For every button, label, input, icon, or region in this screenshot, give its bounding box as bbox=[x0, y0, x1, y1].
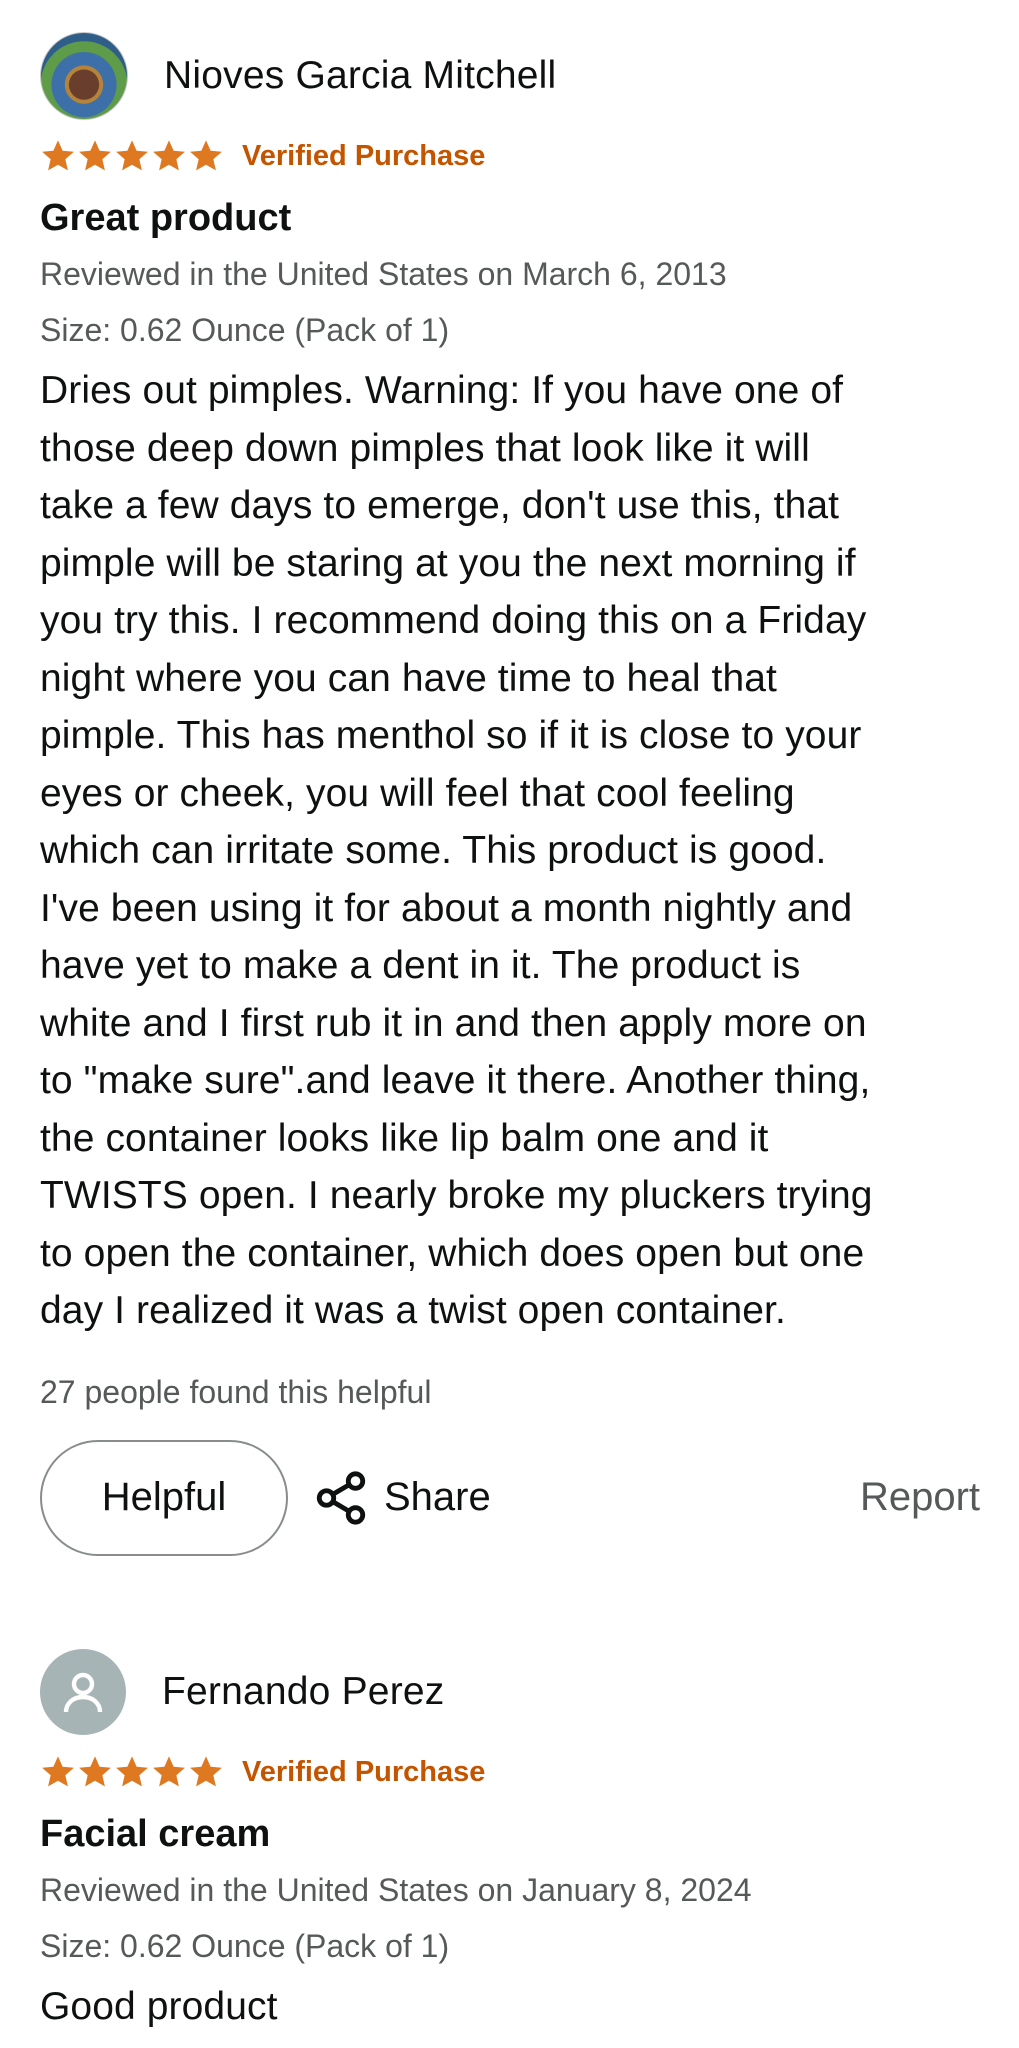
star-icon bbox=[190, 1756, 222, 1787]
review-size: Size: 0.62 Ounce (Pack of 1) bbox=[40, 1928, 450, 1964]
review-body-line: which can irritate some. This product is… bbox=[40, 829, 827, 872]
verified-purchase-badge: Verified Purchase bbox=[242, 139, 486, 172]
avatar bbox=[40, 1649, 126, 1735]
report-link[interactable]: Report bbox=[860, 1475, 980, 1520]
share-button[interactable]: Share bbox=[312, 1469, 491, 1527]
helpful-button-label: Helpful bbox=[101, 1475, 227, 1519]
review-body-line: take a few days to emerge, don't use thi… bbox=[40, 484, 840, 527]
reviewer-profile[interactable]: Nioves Garcia Mitchell bbox=[40, 32, 980, 120]
review-body-line: to open the container, which does open b… bbox=[40, 1231, 865, 1275]
star-icon bbox=[42, 140, 74, 171]
review-actions: Helpful Share Report bbox=[40, 1438, 980, 1558]
star-rating bbox=[40, 138, 224, 174]
reviewer-profile[interactable]: Fernando Perez bbox=[40, 1648, 980, 1736]
share-button-label: Share bbox=[384, 1475, 491, 1519]
star-icon bbox=[153, 140, 185, 171]
review-title: Facial cream bbox=[40, 1813, 271, 1855]
reviewer-name[interactable]: Nioves Garcia Mitchell bbox=[164, 54, 556, 98]
review-body: Dries out pimples. Warning: If you have … bbox=[40, 362, 980, 1340]
star-icon bbox=[42, 1756, 74, 1787]
review-title: Great product bbox=[40, 197, 292, 239]
avatar bbox=[40, 32, 128, 120]
review-body-line: night where you can have time to heal th… bbox=[40, 656, 777, 700]
review-body-line: Good product bbox=[40, 1985, 278, 2028]
person-icon bbox=[63, 1672, 103, 1713]
review-card: Nioves Garcia Mitchell Verified Purchase… bbox=[40, 32, 980, 1558]
review-body-line: white and I first rub it in and then app… bbox=[40, 1001, 867, 1045]
review-body-line: I've been using it for about a month nig… bbox=[40, 886, 853, 930]
review-body-line: you try this. I recommend doing this on … bbox=[40, 599, 867, 642]
review-body-line: those deep down pimples that look like i… bbox=[40, 426, 810, 470]
review-date: Reviewed in the United States on March 6… bbox=[40, 256, 727, 292]
star-icon bbox=[153, 1756, 185, 1787]
review-size: Size: 0.62 Ounce (Pack of 1) bbox=[40, 312, 450, 348]
review-body-line: to "make sure".and leave it there. Anoth… bbox=[40, 1059, 871, 1102]
verified-purchase-badge: Verified Purchase bbox=[242, 1755, 486, 1788]
review-body: Good product bbox=[40, 1978, 980, 2036]
review-body-line: day I realized it was a twist open conta… bbox=[40, 1289, 786, 1332]
review-body-line: the container looks like lip balm one an… bbox=[40, 1116, 769, 1160]
star-icon bbox=[190, 140, 222, 171]
helpful-button[interactable]: Helpful bbox=[40, 1439, 288, 1556]
review-body-line: pimple. This has menthol so if it is clo… bbox=[40, 714, 862, 757]
share-icon bbox=[316, 1470, 366, 1525]
review-body-line: have yet to make a dent in it. The produ… bbox=[40, 944, 801, 987]
review-body-line: TWISTS open. I nearly broke my pluckers … bbox=[40, 1174, 873, 1217]
review-card: Fernando Perez Verified Purchase Facial … bbox=[40, 1648, 980, 2036]
star-icon bbox=[116, 1756, 148, 1787]
review-body-line: pimple will be staring at you the next m… bbox=[40, 541, 856, 585]
star-icon bbox=[79, 1756, 111, 1787]
star-rating bbox=[40, 1754, 224, 1790]
helpful-count: 27 people found this helpful bbox=[40, 1373, 432, 1410]
rating-row: Verified Purchase bbox=[40, 1750, 980, 1794]
star-icon bbox=[79, 140, 111, 171]
rating-row: Verified Purchase bbox=[40, 134, 980, 178]
star-icon bbox=[116, 140, 148, 171]
review-body-line: eyes or cheek, you will feel that cool f… bbox=[40, 771, 795, 815]
review-date: Reviewed in the United States on January… bbox=[40, 1872, 752, 1908]
review-body-line: Dries out pimples. Warning: If you have … bbox=[40, 369, 844, 412]
reviewer-name[interactable]: Fernando Perez bbox=[162, 1670, 444, 1714]
